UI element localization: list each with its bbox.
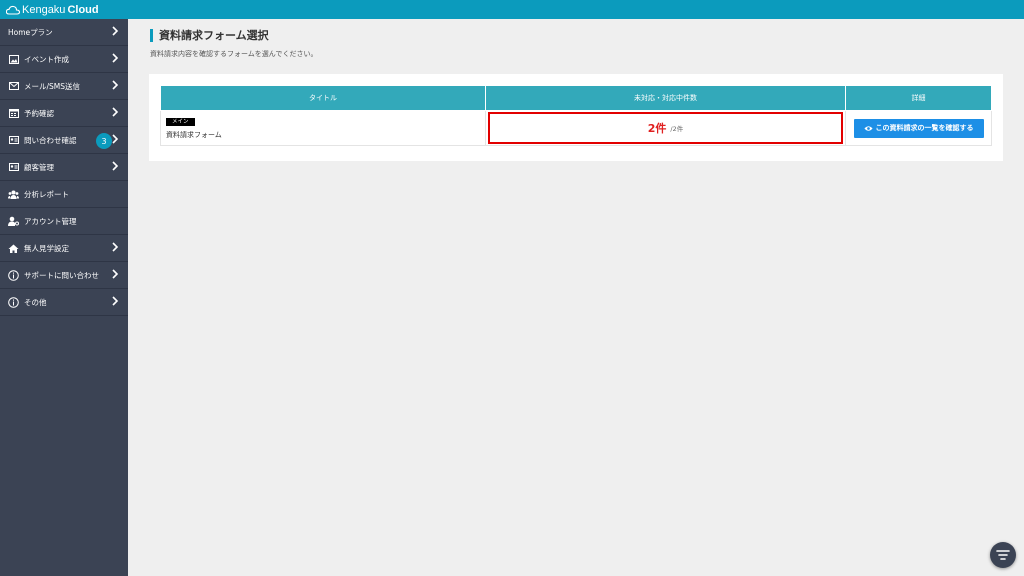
logo-text-bold: Cloud bbox=[67, 3, 99, 16]
eye-icon bbox=[863, 125, 873, 131]
sidebar-item-label: 分析レポート bbox=[24, 189, 69, 199]
sidebar-item-home-plan[interactable]: Homeプラン bbox=[0, 19, 128, 46]
logo-text-light: Kengaku bbox=[22, 3, 66, 16]
count-highlight-box: 2件 /2件 bbox=[488, 112, 843, 144]
info-icon bbox=[8, 269, 19, 281]
sidebar-item-label: 問い合わせ確認 bbox=[24, 135, 77, 145]
main-content: 資料請求フォーム選択 資料請求内容を確認するフォームを選んでください。 タイトル… bbox=[128, 19, 1024, 576]
sidebar-item-label: Homeプラン bbox=[8, 27, 53, 37]
floating-menu-button[interactable] bbox=[990, 542, 1016, 568]
form-name: 資料請求フォーム bbox=[166, 130, 222, 139]
calendar-icon bbox=[8, 108, 19, 119]
cloud-logo-icon bbox=[6, 5, 20, 15]
column-header-detail: 詳細 bbox=[845, 85, 992, 111]
sidebar-item-label: 顧客管理 bbox=[24, 162, 54, 172]
sidebar-item-reservations[interactable]: 予約確認 bbox=[0, 100, 128, 127]
sidebar-item-customers[interactable]: 顧客管理 bbox=[0, 154, 128, 181]
form-list-panel: タイトル 未対応・対応中件数 詳細 メイン 資料請求フォーム 2件 /2件 この… bbox=[149, 74, 1003, 161]
menu-lines-icon bbox=[996, 550, 1010, 560]
sidebar-item-label: 予約確認 bbox=[24, 108, 54, 118]
sidebar-item-event-create[interactable]: イベント作成 bbox=[0, 46, 128, 73]
column-header-count: 未対応・対応中件数 bbox=[485, 85, 846, 111]
chevron-right-icon bbox=[112, 107, 119, 117]
sidebar: Homeプラン イベント作成 メール/SMS送信 予約確認 問い合わせ確認 3 … bbox=[0, 19, 128, 576]
sidebar-item-analytics[interactable]: 分析レポート bbox=[0, 181, 128, 208]
id-card-icon bbox=[8, 162, 19, 173]
form-table: タイトル 未対応・対応中件数 詳細 メイン 資料請求フォーム 2件 /2件 この… bbox=[160, 85, 992, 146]
sidebar-item-account[interactable]: アカウント管理 bbox=[0, 208, 128, 235]
chevron-right-icon bbox=[112, 26, 119, 36]
sidebar-item-inquiries[interactable]: 問い合わせ確認 3 bbox=[0, 127, 128, 154]
view-requests-label: この資料請求の一覧を確認する bbox=[875, 124, 974, 132]
chevron-right-icon bbox=[112, 269, 119, 279]
sidebar-item-label: その他 bbox=[24, 297, 47, 307]
open-count: 2件 bbox=[647, 122, 667, 135]
home-icon bbox=[8, 243, 19, 254]
sidebar-item-other[interactable]: その他 bbox=[0, 289, 128, 316]
sidebar-item-unmanned-tour[interactable]: 無人見学設定 bbox=[0, 235, 128, 262]
sidebar-item-label: 無人見学設定 bbox=[24, 243, 69, 253]
main-tag: メイン bbox=[166, 117, 195, 126]
table-row: メイン 資料請求フォーム 2件 /2件 この資料請求の一覧を確認する bbox=[160, 110, 992, 146]
page-title: 資料請求フォーム選択 bbox=[150, 29, 269, 42]
page-subtitle: 資料請求内容を確認するフォームを選んでください。 bbox=[150, 50, 318, 58]
chevron-right-icon bbox=[112, 161, 119, 171]
sidebar-item-label: イベント作成 bbox=[24, 54, 69, 64]
sidebar-item-support[interactable]: サポートに問い合わせ bbox=[0, 262, 128, 289]
chevron-right-icon bbox=[112, 53, 119, 63]
column-header-title: タイトル bbox=[160, 85, 486, 111]
sidebar-item-mail-sms[interactable]: メール/SMS送信 bbox=[0, 73, 128, 100]
table-header-row: タイトル 未対応・対応中件数 詳細 bbox=[160, 85, 992, 111]
users-icon bbox=[8, 189, 19, 200]
mail-icon bbox=[8, 81, 19, 92]
chevron-right-icon bbox=[112, 134, 119, 144]
cell-title: メイン 資料請求フォーム bbox=[160, 110, 486, 146]
image-icon bbox=[8, 54, 19, 65]
info-icon bbox=[8, 296, 19, 308]
id-card-icon bbox=[8, 135, 19, 146]
app-logo[interactable]: Kengaku Cloud bbox=[6, 4, 99, 16]
chevron-right-icon bbox=[112, 80, 119, 90]
sidebar-item-label: サポートに問い合わせ bbox=[24, 270, 99, 280]
chevron-right-icon bbox=[112, 296, 119, 306]
view-requests-button[interactable]: この資料請求の一覧を確認する bbox=[853, 118, 984, 138]
total-count: /2件 bbox=[670, 125, 684, 133]
cell-detail: この資料請求の一覧を確認する bbox=[845, 110, 992, 146]
cell-count: 2件 /2件 bbox=[485, 110, 846, 146]
sidebar-item-label: メール/SMS送信 bbox=[24, 81, 81, 91]
user-gear-icon bbox=[8, 216, 19, 227]
sidebar-item-label: アカウント管理 bbox=[24, 216, 77, 226]
chevron-right-icon bbox=[112, 242, 119, 252]
top-bar: Kengaku Cloud bbox=[0, 0, 1024, 19]
